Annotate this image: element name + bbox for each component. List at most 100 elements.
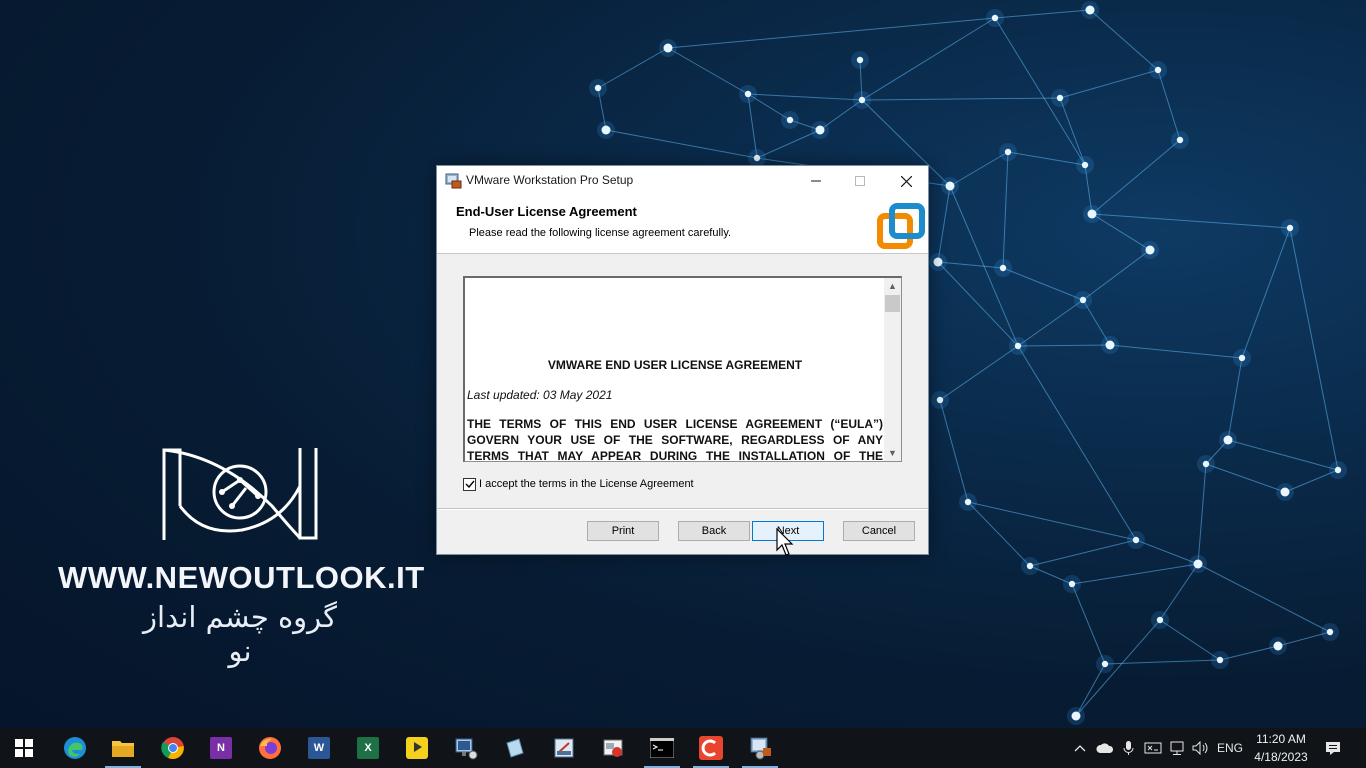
network-line	[994, 17, 1086, 166]
dialog-header: End-User License Agreement Please read t…	[437, 196, 928, 254]
speaker-icon	[1192, 741, 1208, 755]
accept-terms-checkbox[interactable]	[463, 477, 476, 491]
word-icon: W	[308, 737, 330, 759]
page-subtitle: Please read the following license agreem…	[469, 227, 732, 239]
network-node	[1223, 435, 1233, 445]
scroll-up-icon[interactable]: ▲	[884, 278, 901, 294]
taskbar-onenote[interactable]: N	[197, 728, 245, 768]
title-bar[interactable]: VMware Workstation Pro Setup	[437, 166, 928, 196]
network-node	[1004, 148, 1012, 156]
player-icon	[406, 737, 428, 759]
app-icon	[603, 739, 623, 757]
accept-terms-label[interactable]: I accept the terms in the License Agreem…	[479, 478, 694, 490]
network-line	[1157, 69, 1181, 141]
network-node	[856, 56, 864, 64]
network-node	[1286, 224, 1294, 232]
show-hidden-icons[interactable]	[1070, 728, 1090, 768]
eula-body: THE TERMS OF THIS END USER LICENSE AGREE…	[467, 417, 883, 462]
taskbar-app[interactable]	[491, 728, 539, 768]
taskbar-vmware-setup[interactable]	[736, 728, 784, 768]
app-icon	[554, 738, 574, 758]
onedrive-tray[interactable]	[1094, 728, 1116, 768]
start-button[interactable]	[0, 728, 48, 768]
taskbar-file-explorer[interactable]	[99, 728, 147, 768]
folder-icon	[112, 741, 134, 757]
taskbar-firefox[interactable]	[246, 728, 294, 768]
print-button[interactable]: Print	[587, 521, 659, 541]
back-button[interactable]: Back	[678, 521, 750, 541]
network-line	[597, 47, 669, 89]
page-title: End-User License Agreement	[456, 204, 637, 219]
network-node	[858, 96, 866, 104]
taskbar-clock[interactable]: 11:20 AM 4/18/2023	[1248, 730, 1314, 766]
taskbar-app[interactable]	[687, 728, 735, 768]
desktop: WWW.NEWOUTLOOK.IT گروه چشم انداز نو VMwa…	[0, 0, 1366, 728]
volume-tray[interactable]	[1190, 728, 1212, 768]
command-prompt-icon	[650, 738, 674, 758]
network-node	[1193, 559, 1203, 569]
network-node	[1280, 487, 1290, 497]
network-node	[1056, 94, 1064, 102]
minimize-button[interactable]	[793, 166, 839, 196]
taskbar-edge[interactable]	[51, 728, 99, 768]
setup-dialog: VMware Workstation Pro Setup End-User Li…	[436, 165, 929, 555]
network-line	[949, 151, 1009, 187]
taskbar-chrome[interactable]	[149, 728, 197, 768]
mouse-cursor-icon	[776, 528, 794, 556]
cancel-button[interactable]: Cancel	[843, 521, 915, 541]
eula-text-box[interactable]: VMWARE END USER LICENSE AGREEMENT Last u…	[463, 276, 902, 462]
taskbar-app[interactable]	[540, 728, 588, 768]
network-line	[939, 399, 969, 503]
network-node	[1079, 296, 1087, 304]
network-line	[1017, 345, 1137, 541]
network-line	[1091, 213, 1151, 251]
microphone-icon	[1123, 741, 1134, 755]
language-indicator[interactable]: ENG	[1214, 728, 1246, 768]
taskbar-kmplayer[interactable]	[393, 728, 441, 768]
chevron-up-icon	[1074, 745, 1086, 752]
network-line	[1017, 299, 1084, 347]
input-method-tray[interactable]	[1142, 728, 1164, 768]
network-node	[964, 498, 972, 506]
network-line	[1017, 344, 1111, 347]
eula-scrollbar[interactable]: ▲ ▼	[884, 278, 901, 461]
eula-last-updated: Last updated: 03 May 2021	[467, 388, 613, 402]
network-tray[interactable]	[1166, 728, 1188, 768]
taskbar-command-prompt[interactable]	[638, 728, 686, 768]
accept-terms-row[interactable]: I accept the terms in the License Agreem…	[463, 476, 694, 492]
network-line	[1059, 69, 1159, 99]
taskbar-word[interactable]: W	[295, 728, 343, 768]
newoutlook-logo	[162, 448, 318, 540]
taskbar-app[interactable]	[589, 728, 637, 768]
microphone-tray[interactable]	[1118, 728, 1138, 768]
network-node	[594, 84, 602, 92]
network-node	[1105, 340, 1115, 350]
network-line	[1029, 539, 1137, 567]
watermark-url: WWW.NEWOUTLOOK.IT	[58, 560, 425, 595]
excel-icon: X	[357, 737, 379, 759]
onenote-icon: N	[210, 737, 232, 759]
network-line	[667, 17, 996, 49]
network-line	[939, 345, 1019, 401]
network-line	[1071, 583, 1106, 665]
scroll-thumb[interactable]	[885, 295, 900, 312]
close-button[interactable]	[883, 166, 929, 196]
clock-date: 4/18/2023	[1254, 750, 1308, 764]
chrome-icon	[161, 737, 184, 760]
network-line	[1159, 563, 1199, 621]
network-icon	[1170, 741, 1184, 755]
watermark-persian-text: گروه چشم انداز نو	[143, 600, 337, 668]
network-line	[1227, 357, 1243, 441]
minimize-icon	[811, 180, 821, 182]
keyboard-icon	[1144, 742, 1162, 754]
action-center[interactable]	[1322, 728, 1344, 768]
network-node	[1026, 562, 1034, 570]
network-line	[1059, 97, 1086, 166]
scroll-down-icon[interactable]: ▼	[884, 445, 901, 461]
network-line	[1002, 151, 1009, 269]
taskbar-vmware-workstation[interactable]	[442, 728, 490, 768]
network-node	[991, 14, 999, 22]
eula-heading: VMWARE END USER LICENSE AGREEMENT	[547, 358, 803, 372]
network-node	[936, 396, 944, 404]
taskbar-excel[interactable]: X	[344, 728, 392, 768]
